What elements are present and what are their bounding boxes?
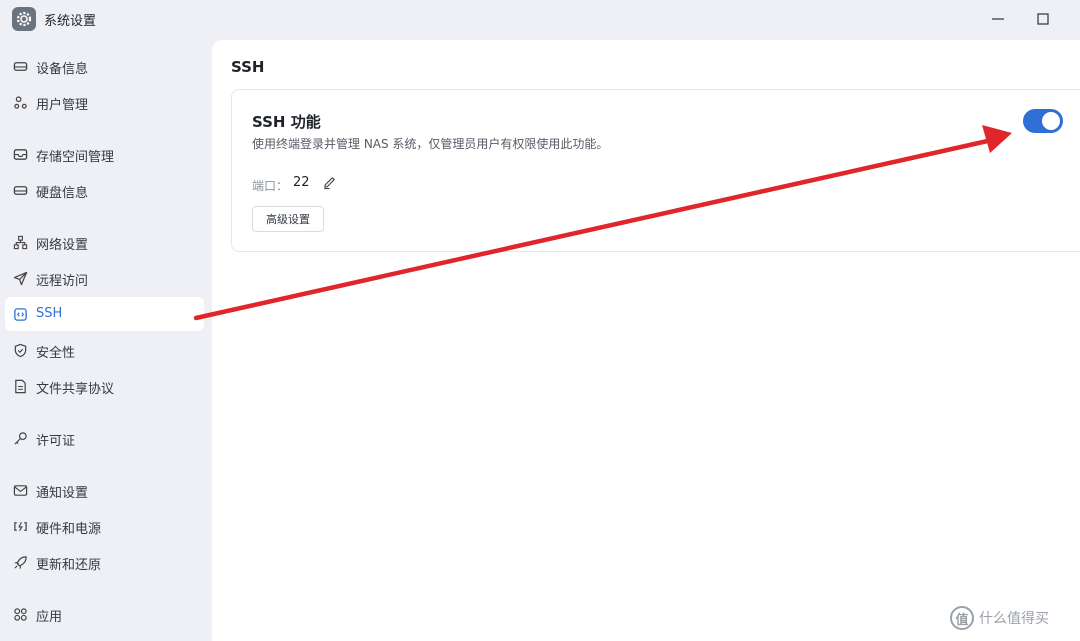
sidebar-item-label: 安全性 xyxy=(36,346,76,361)
sidebar-item-file-sharing[interactable]: 文件共享协议 xyxy=(5,369,204,403)
port-value: 22 xyxy=(293,175,310,190)
device-icon xyxy=(12,58,28,74)
power-icon xyxy=(12,518,28,534)
sidebar-item-ssh[interactable]: SSH xyxy=(5,297,204,331)
disk-icon xyxy=(12,182,28,198)
port-label: 端口： xyxy=(252,179,289,193)
sidebar-item-label: SSH xyxy=(36,306,63,321)
sidebar-item-label: 设备信息 xyxy=(36,62,89,77)
sidebar-item-hardware-power[interactable]: 硬件和电源 xyxy=(5,509,204,543)
sidebar: 设备信息 用户管理 存储空间管理 硬盘信息 网络设置 远程访问 SSH 安全性 … xyxy=(0,40,212,641)
mail-icon xyxy=(12,482,28,498)
gear-icon xyxy=(12,7,36,31)
ssh-settings-card: SSH 功能 使用终端登录并管理 NAS 系统，仅管理员用户有权限使用此功能。 … xyxy=(231,89,1080,252)
sidebar-item-apps[interactable]: 应用 xyxy=(5,597,204,631)
page-title: SSH xyxy=(231,58,265,76)
sidebar-item-security[interactable]: 安全性 xyxy=(5,333,204,367)
minimize-button[interactable] xyxy=(983,6,1013,32)
apps-icon xyxy=(12,606,28,622)
watermark-logo: 值 xyxy=(950,606,974,630)
title-bar: 系统设置 xyxy=(0,0,1080,40)
toggle-knob xyxy=(1042,112,1060,130)
terminal-icon xyxy=(12,306,28,322)
rocket-icon xyxy=(12,554,28,570)
pencil-icon[interactable] xyxy=(322,175,338,191)
sidebar-item-label: 用户管理 xyxy=(36,98,89,113)
send-icon xyxy=(12,270,28,286)
card-description: 使用终端登录并管理 NAS 系统，仅管理员用户有权限使用此功能。 xyxy=(252,137,609,151)
sidebar-item-disk-info[interactable]: 硬盘信息 xyxy=(5,173,204,207)
watermark-text: 什么值得买 xyxy=(979,611,1049,627)
sidebar-item-label: 网络设置 xyxy=(36,238,89,253)
sidebar-item-network[interactable]: 网络设置 xyxy=(5,225,204,259)
sidebar-item-label: 通知设置 xyxy=(36,486,89,501)
ssh-toggle[interactable] xyxy=(1023,109,1063,133)
network-icon xyxy=(12,234,28,250)
sidebar-item-notifications[interactable]: 通知设置 xyxy=(5,473,204,507)
key-icon xyxy=(12,430,28,446)
watermark: 值 什么值得买 xyxy=(950,604,1049,632)
file-icon xyxy=(12,378,28,394)
sidebar-item-label: 更新和还原 xyxy=(36,558,102,573)
sidebar-item-storage[interactable]: 存储空间管理 xyxy=(5,137,204,171)
maximize-button[interactable] xyxy=(1028,6,1058,32)
sidebar-item-label: 许可证 xyxy=(36,434,76,449)
card-title: SSH 功能 xyxy=(252,113,321,131)
advanced-settings-button[interactable]: 高级设置 xyxy=(252,206,324,232)
sidebar-item-label: 硬件和电源 xyxy=(36,522,102,537)
sidebar-item-update-restore[interactable]: 更新和还原 xyxy=(5,545,204,579)
sidebar-item-device-info[interactable]: 设备信息 xyxy=(5,49,204,83)
sidebar-item-label: 文件共享协议 xyxy=(36,382,115,397)
sidebar-item-label: 硬盘信息 xyxy=(36,186,89,201)
sidebar-item-label: 远程访问 xyxy=(36,274,89,289)
sidebar-item-remote-access[interactable]: 远程访问 xyxy=(5,261,204,295)
storage-icon xyxy=(12,146,28,162)
sidebar-item-label: 存储空间管理 xyxy=(36,150,115,165)
shield-icon xyxy=(12,342,28,358)
sidebar-item-license[interactable]: 许可证 xyxy=(5,421,204,455)
window-title: 系统设置 xyxy=(44,14,97,29)
sidebar-item-users[interactable]: 用户管理 xyxy=(5,85,204,119)
sidebar-item-label: 应用 xyxy=(36,610,63,625)
users-icon xyxy=(12,94,28,110)
main-panel: SSH SSH 功能 使用终端登录并管理 NAS 系统，仅管理员用户有权限使用此… xyxy=(212,40,1080,641)
